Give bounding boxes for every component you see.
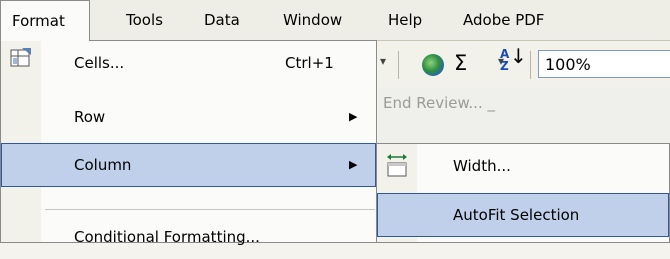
- toolbar-separator: [530, 51, 531, 79]
- menu-item-cells[interactable]: Cells... Ctrl+1: [1, 41, 376, 85]
- sort-arrow-icon: ↓: [510, 44, 527, 68]
- toolbar-separator: [398, 51, 399, 79]
- toolbar-dropdown-arrow[interactable]: ▾: [380, 54, 386, 68]
- column-width-icon: [387, 154, 407, 177]
- menu-tools[interactable]: Tools: [118, 0, 171, 40]
- menu-bar: Format Tools Data Window Help Adobe PDF: [0, 0, 670, 41]
- menu-format[interactable]: Format: [0, 0, 90, 41]
- submenu-item-width-label: Width...: [453, 157, 511, 175]
- menu-item-cells-label: Cells...: [74, 41, 124, 85]
- zoom-combobox[interactable]: 100%: [538, 50, 670, 78]
- zoom-value: 100%: [545, 55, 591, 74]
- menu-item-row-label: Row: [74, 108, 106, 126]
- format-cells-icon: [10, 48, 31, 67]
- menu-separator: [45, 209, 375, 210]
- menu-item-row[interactable]: Row ▶: [1, 95, 376, 139]
- menu-help-label: Help: [388, 11, 423, 29]
- submenu-item-width[interactable]: Width...: [377, 144, 669, 188]
- autosum-icon[interactable]: Σ: [454, 51, 467, 75]
- menu-format-label: Format: [12, 12, 65, 30]
- format-menu: Cells... Ctrl+1 Row ▶ Column ▶ Condition…: [0, 40, 377, 246]
- menu-tools-label: Tools: [126, 11, 163, 29]
- submenu-item-autofit-selection[interactable]: AutoFit Selection: [377, 193, 669, 237]
- menu-adobe-pdf-label: Adobe PDF: [463, 11, 545, 29]
- menu-item-conditional-formatting[interactable]: Conditional Formatting...: [1, 215, 376, 259]
- hyperlink-globe-icon[interactable]: [422, 54, 444, 76]
- menu-item-cells-shortcut: Ctrl+1: [285, 54, 334, 72]
- submenu-item-autofit-label: AutoFit Selection: [453, 206, 580, 224]
- cells-label-text: Cells...: [74, 54, 125, 72]
- menu-data[interactable]: Data: [196, 0, 248, 40]
- menu-window[interactable]: Window: [275, 0, 350, 40]
- menu-item-conditional-formatting-label: Conditional Formatting...: [74, 228, 260, 246]
- menu-item-column[interactable]: Column ▶: [1, 143, 376, 187]
- sort-ascending-icon[interactable]: A Z ↓: [500, 46, 527, 73]
- column-submenu: Width... AutoFit Selection: [376, 143, 670, 243]
- end-review-button[interactable]: End Review... _: [383, 94, 495, 112]
- menu-adobe-pdf[interactable]: Adobe PDF: [455, 0, 552, 40]
- menu-help[interactable]: Help: [380, 0, 430, 40]
- menu-window-label: Window: [283, 11, 343, 29]
- menu-item-column-label: Column: [74, 156, 132, 174]
- sort-z-label: Z: [500, 59, 509, 73]
- submenu-arrow-icon: ▶: [349, 110, 358, 123]
- menu-data-label: Data: [204, 11, 240, 29]
- submenu-arrow-icon: ▶: [349, 158, 358, 171]
